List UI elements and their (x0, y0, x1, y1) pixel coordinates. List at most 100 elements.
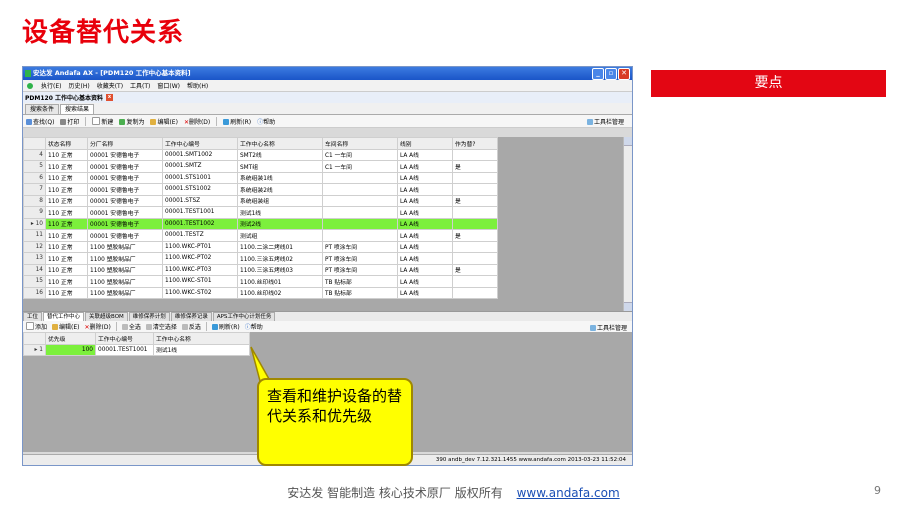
menu-favorites[interactable]: 收藏夹(T) (97, 81, 123, 90)
workcenter-table-cell[interactable]: 00001.SMTZ (162, 160, 238, 173)
workcenter-table-cell[interactable]: 是 (452, 194, 498, 207)
close-tab-icon[interactable]: x (105, 94, 113, 101)
alternate-column-header[interactable]: 优先级 (45, 332, 96, 345)
workcenter-table-row[interactable]: 5 110 正常 00001 安德鲁电子 00001.SMTZ SMT组 C1 一车间 LA… (23, 160, 498, 173)
workcenter-table-cell[interactable]: PT 喷涂车间 (322, 252, 398, 265)
row-header[interactable]: 6 (23, 171, 46, 184)
workcenter-table-cell[interactable]: 00001.TEST1002 (162, 217, 238, 230)
vertical-scrollbar[interactable] (623, 137, 632, 311)
menu-window[interactable]: 窗口(W) (157, 81, 180, 90)
copy-as-button[interactable]: 复制为 (119, 117, 144, 126)
workcenter-table-row[interactable]: 4 110 正常 00001 安德鲁电子 00001.SMT1002 SMT2线 C1 一… (23, 148, 498, 161)
workcenter-table-cell[interactable]: 110 正常 (45, 240, 88, 253)
workcenter-table-row[interactable]: 9 110 正常 00001 安德鲁电子 00001.TEST1001 测试1线 LA A… (23, 206, 498, 219)
tab-search-conditions[interactable]: 搜索条件 (25, 104, 60, 114)
menu-tools[interactable]: 工具(T) (130, 81, 150, 90)
workcenter-table-cell[interactable]: LA A线 (397, 194, 453, 207)
workcenter-table-cell[interactable]: 00001.STS1001 (162, 171, 238, 184)
clear-selection-button[interactable]: 清空选择 (145, 322, 177, 331)
workcenter-column-header[interactable]: 工作中心编号 (162, 137, 238, 150)
detail-refresh-button[interactable]: 刷新(R) (211, 322, 240, 331)
workcenter-table-cell[interactable] (452, 240, 498, 253)
delete-button[interactable]: ✕删除(D) (184, 117, 210, 126)
workcenter-table-cell[interactable]: SMT组 (237, 160, 323, 173)
workcenter-table-cell[interactable] (452, 171, 498, 184)
workcenter-table-row[interactable]: ▸ 10 110 正常 00001 安德鲁电子 00001.TEST1002 测试2线 L… (23, 217, 498, 230)
workcenter-table-cell[interactable] (452, 286, 498, 299)
workcenter-table-cell[interactable]: 110 正常 (45, 160, 88, 173)
workcenter-table-cell[interactable]: LA A线 (397, 240, 453, 253)
row-header[interactable]: 7 (23, 183, 46, 196)
alternate-column-header[interactable]: 工作中心编号 (95, 332, 154, 345)
workcenter-table-cell[interactable] (322, 206, 398, 219)
workcenter-table-cell[interactable]: PT 喷涂车间 (322, 240, 398, 253)
workcenter-table-cell[interactable]: 110 正常 (45, 229, 88, 242)
workcenter-table-cell[interactable]: 1100.三涂五烤线03 (237, 263, 323, 276)
workcenter-table-cell[interactable]: 系统组装组 (237, 194, 323, 207)
menu-history[interactable]: 历史(H) (68, 81, 89, 90)
workcenter-table-cell[interactable]: 是 (452, 229, 498, 242)
workcenter-table-cell[interactable]: 00001 安德鲁电子 (87, 194, 163, 207)
row-header[interactable]: 13 (23, 252, 46, 265)
workcenter-table-cell[interactable]: 1100.WKC-PT01 (162, 240, 238, 253)
workcenter-table-cell[interactable]: 110 正常 (45, 171, 88, 184)
workcenter-table-cell[interactable] (322, 229, 398, 242)
workcenter-table-row[interactable]: 14 110 正常 1100 塑胶制品厂 1100.WKC-PT03 1100.三涂五烤… (23, 263, 498, 276)
workcenter-table-cell[interactable]: 1100 塑胶制品厂 (87, 263, 163, 276)
workcenter-table-cell[interactable]: 1100.丝印线02 (237, 286, 323, 299)
new-button[interactable]: 新建 (92, 116, 113, 126)
workcenter-table-cell[interactable]: 110 正常 (45, 275, 88, 288)
workcenter-table-cell[interactable]: C1 一车间 (322, 148, 398, 161)
workcenter-table-row[interactable]: 11 110 正常 00001 安德鲁电子 00001.TESTZ 测试组 LA A线是 (23, 229, 498, 242)
help-button[interactable]: ⓘ帮助 (257, 117, 275, 126)
workcenter-table-cell[interactable]: 00001 安德鲁电子 (87, 160, 163, 173)
row-header[interactable]: 9 (23, 206, 46, 219)
workcenter-table-row[interactable]: 13 110 正常 1100 塑胶制品厂 1100.WKC-PT02 1100.三涂五烤… (23, 252, 498, 265)
alternate-column-header[interactable]: 工作中心名称 (153, 332, 250, 345)
workcenter-table-cell[interactable]: 00001 安德鲁电子 (87, 217, 163, 230)
row-header[interactable]: 15 (23, 275, 46, 288)
workcenter-table-cell[interactable]: 1100 塑胶制品厂 (87, 275, 163, 288)
alternate-table-cell[interactable]: 测试1线 (153, 343, 250, 356)
workcenter-table-cell[interactable] (322, 183, 398, 196)
workcenter-table-cell[interactable]: LA A线 (397, 217, 453, 230)
workcenter-table-cell[interactable]: 110 正常 (45, 286, 88, 299)
workcenter-table-cell[interactable]: LA A线 (397, 183, 453, 196)
workcenter-table-cell[interactable]: 00001 安德鲁电子 (87, 229, 163, 242)
workcenter-table-cell[interactable]: 1100.丝印线01 (237, 275, 323, 288)
workcenter-table-row[interactable]: 12 110 正常 1100 塑胶制品厂 1100.WKC-PT01 1100.二涂二烤… (23, 240, 498, 253)
workcenter-table-cell[interactable]: SMT2线 (237, 148, 323, 161)
refresh-button[interactable]: 刷新(R) (223, 117, 251, 126)
minimize-button[interactable]: _ (592, 68, 604, 80)
row-header[interactable]: 12 (23, 240, 46, 253)
workcenter-table-cell[interactable]: 1100.三涂五烤线02 (237, 252, 323, 265)
workcenter-table-cell[interactable]: 110 正常 (45, 194, 88, 207)
document-tab[interactable]: PDM120 工作中心基本资料 (25, 93, 103, 102)
workcenter-table-cell[interactable] (322, 217, 398, 230)
workcenter-table-cell[interactable]: 1100.WKC-ST01 (162, 275, 238, 288)
workcenter-table-cell[interactable]: 110 正常 (45, 252, 88, 265)
workcenter-table-cell[interactable]: 00001.STS1002 (162, 183, 238, 196)
workcenter-table-cell[interactable] (452, 148, 498, 161)
workcenter-table-cell[interactable]: LA A线 (397, 286, 453, 299)
scroll-up-arrow[interactable] (624, 137, 632, 146)
workcenter-column-header[interactable]: 车间名称 (322, 137, 398, 150)
workcenter-table-cell[interactable]: 00001.TEST1001 (162, 206, 238, 219)
workcenter-table-cell[interactable]: LA A线 (397, 252, 453, 265)
select-all-button[interactable]: 全选 (121, 322, 141, 331)
workcenter-table-cell[interactable]: 测试2线 (237, 217, 323, 230)
workcenter-table-cell[interactable]: 1100 塑胶制品厂 (87, 286, 163, 299)
workcenter-table-cell[interactable]: 1100.WKC-PT02 (162, 252, 238, 265)
workcenter-table-cell[interactable]: C1 一车间 (322, 160, 398, 173)
workcenter-column-header[interactable] (23, 137, 46, 150)
restore-button[interactable]: ▫ (605, 68, 617, 80)
workcenter-table-row[interactable]: 16 110 正常 1100 塑胶制品厂 1100.WKC-ST02 1100.丝印线0… (23, 286, 498, 299)
invert-selection-button[interactable]: 反选 (181, 322, 201, 331)
alternate-table-cell[interactable]: 100 (45, 343, 96, 356)
alternate-table-cell[interactable]: 00001.TEST1001 (95, 343, 154, 356)
workcenter-table-cell[interactable]: 是 (452, 263, 498, 276)
workcenter-column-header[interactable]: 线别 (397, 137, 453, 150)
alternate-column-header[interactable] (23, 332, 46, 345)
workcenter-column-header[interactable]: 分厂名称 (87, 137, 163, 150)
workcenter-table-cell[interactable]: 1100.WKC-PT03 (162, 263, 238, 276)
